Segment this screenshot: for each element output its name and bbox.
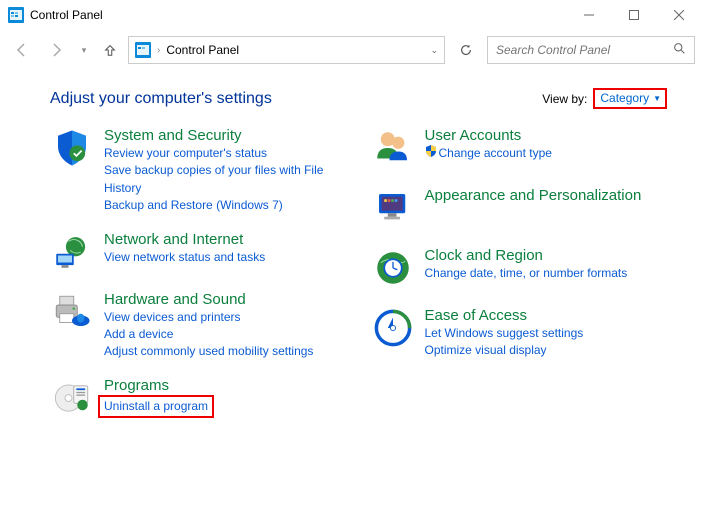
category-link[interactable]: Add a device [104, 326, 347, 343]
control-panel-icon [8, 7, 24, 23]
ease-of-access-icon[interactable] [371, 307, 415, 351]
window-controls [566, 1, 701, 30]
column-right: User Accounts Change account type Appear… [371, 127, 668, 421]
category-link[interactable]: View network status and tasks [104, 249, 347, 266]
highlighted-link: Uninstall a program [98, 395, 214, 418]
category-columns: System and Security Review your computer… [50, 127, 667, 421]
maximize-button[interactable] [611, 1, 656, 30]
search-icon[interactable] [673, 42, 686, 58]
category-link[interactable]: View devices and printers [104, 309, 347, 326]
page-title: Adjust your computer's settings [50, 90, 542, 108]
category-title-link[interactable]: Appearance and Personalization [425, 187, 642, 204]
appearance-icon[interactable] [371, 187, 415, 231]
user-accounts-icon[interactable] [371, 127, 415, 171]
viewby-dropdown[interactable]: Category ▼ [593, 88, 667, 109]
back-button[interactable] [8, 36, 36, 64]
category-system-security: System and Security Review your computer… [50, 127, 347, 215]
category-ease-of-access: Ease of Access Let Windows suggest setti… [371, 307, 668, 360]
category-appearance: Appearance and Personalization [371, 187, 668, 231]
content-header: Adjust your computer's settings View by:… [50, 88, 667, 109]
history-dropdown-icon[interactable]: ▾ [76, 36, 92, 64]
search-box[interactable] [487, 36, 695, 64]
minimize-button[interactable] [566, 1, 611, 30]
content-area: Adjust your computer's settings View by:… [0, 70, 703, 441]
search-input[interactable] [496, 43, 673, 57]
shield-icon[interactable] [50, 127, 94, 171]
category-title-link[interactable]: User Accounts [425, 127, 522, 144]
category-link[interactable]: Optimize visual display [425, 342, 668, 359]
printer-icon[interactable] [50, 291, 94, 335]
category-link[interactable]: Let Windows suggest settings [425, 325, 668, 342]
refresh-button[interactable] [451, 36, 481, 64]
category-link[interactable]: Change account type [425, 145, 668, 163]
category-link[interactable]: Review your computer's status [104, 145, 347, 162]
category-user-accounts: User Accounts Change account type [371, 127, 668, 171]
chevron-down-icon: ▼ [653, 94, 661, 103]
column-left: System and Security Review your computer… [50, 127, 347, 421]
category-title-link[interactable]: Hardware and Sound [104, 291, 246, 308]
category-title-link[interactable]: Clock and Region [425, 247, 543, 264]
category-link[interactable]: Adjust commonly used mobility settings [104, 343, 347, 360]
clock-icon[interactable] [371, 247, 415, 291]
category-title-link[interactable]: Programs [104, 377, 169, 394]
category-programs: Programs Uninstall a program [50, 377, 347, 421]
uac-shield-icon [425, 145, 437, 162]
viewby-label: View by: [542, 92, 587, 106]
category-title-link[interactable]: System and Security [104, 127, 242, 144]
control-panel-icon [135, 42, 151, 58]
network-icon[interactable] [50, 231, 94, 275]
category-network: Network and Internet View network status… [50, 231, 347, 275]
breadcrumb[interactable]: Control Panel [166, 43, 239, 57]
address-bar[interactable]: › Control Panel ⌄ [128, 36, 445, 64]
category-hardware: Hardware and Sound View devices and prin… [50, 291, 347, 361]
category-title-link[interactable]: Ease of Access [425, 307, 528, 324]
navigation-bar: ▾ › Control Panel ⌄ [0, 30, 703, 70]
chevron-right-icon: › [157, 45, 160, 56]
close-button[interactable] [656, 1, 701, 30]
category-link[interactable]: Change date, time, or number formats [425, 265, 668, 282]
viewby-value: Category [600, 91, 649, 105]
category-clock-region: Clock and Region Change date, time, or n… [371, 247, 668, 291]
programs-icon[interactable] [50, 377, 94, 421]
title-bar: Control Panel [0, 0, 703, 30]
category-link[interactable]: Save backup copies of your files with Fi… [104, 162, 347, 197]
forward-button[interactable] [42, 36, 70, 64]
uninstall-program-link[interactable]: Uninstall a program [104, 398, 208, 415]
window-title: Control Panel [30, 8, 566, 22]
chevron-down-icon[interactable]: ⌄ [430, 45, 438, 56]
category-title-link[interactable]: Network and Internet [104, 231, 243, 248]
category-link[interactable]: Backup and Restore (Windows 7) [104, 197, 347, 214]
up-button[interactable] [98, 36, 122, 64]
